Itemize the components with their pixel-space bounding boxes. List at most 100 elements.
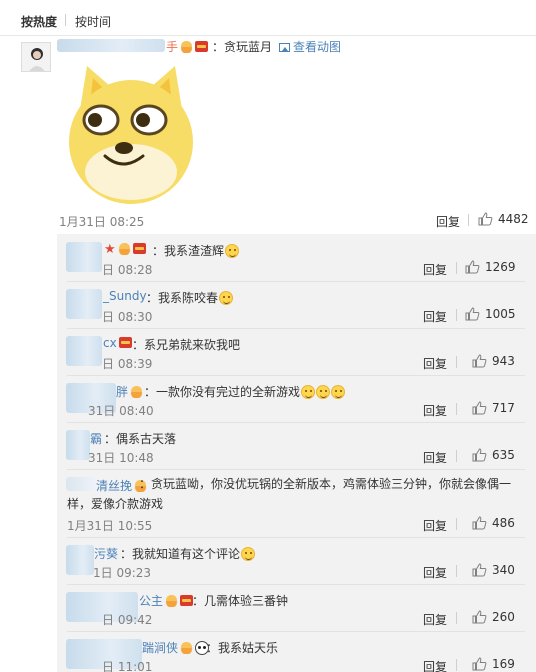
reply-timestamp: 31日 10:48 bbox=[88, 451, 154, 465]
like-button[interactable]: 717 bbox=[472, 401, 520, 415]
like-button[interactable]: 4482 bbox=[478, 212, 530, 226]
reply-timestamp: 1月31日 10:55 bbox=[67, 519, 153, 533]
thumb-up-icon bbox=[465, 260, 480, 274]
reply-button[interactable]: 回复 bbox=[423, 611, 447, 628]
like-count: 486 bbox=[492, 516, 515, 530]
action-divider bbox=[456, 518, 457, 530]
reply-timestamp: 日 08:39 bbox=[102, 357, 153, 371]
reply-button[interactable]: 回复 bbox=[436, 213, 460, 230]
action-divider bbox=[456, 450, 457, 462]
reply-timestamp: 31日 08:40 bbox=[88, 404, 154, 418]
reply-name[interactable]: cx bbox=[103, 336, 132, 350]
thumb-up-icon bbox=[472, 516, 487, 530]
sort-divider bbox=[65, 14, 66, 26]
doge-sticker-image[interactable] bbox=[57, 60, 205, 208]
blurred-username bbox=[66, 430, 90, 460]
like-count: 635 bbox=[492, 448, 515, 462]
like-button[interactable]: 1269 bbox=[465, 260, 520, 274]
thumb-up-icon bbox=[472, 354, 487, 368]
action-divider bbox=[456, 659, 457, 671]
reply-text-line-2: 样，爱像介款游戏 bbox=[67, 497, 164, 511]
thumb-up-icon bbox=[472, 563, 487, 577]
reply-name[interactable]: _Sundy bbox=[103, 289, 147, 303]
like-button[interactable]: 635 bbox=[472, 448, 520, 462]
like-button[interactable]: 943 bbox=[472, 354, 520, 368]
reply-button[interactable]: 回复 bbox=[423, 261, 447, 278]
reply-name[interactable]: 胖 bbox=[116, 383, 144, 400]
reply-name[interactable]: 踹涧侠 bbox=[142, 639, 210, 656]
reply-button[interactable]: 回复 bbox=[423, 564, 447, 581]
hands-badge-icon bbox=[117, 243, 131, 255]
blurred-username bbox=[66, 477, 96, 491]
reply-timestamp: 1日 09:23 bbox=[93, 566, 152, 580]
comment-text: ：贪玩蓝月 bbox=[212, 40, 273, 54]
like-count: 943 bbox=[492, 354, 515, 368]
reply-text: ：系兄弟就来砍我吧 bbox=[132, 338, 241, 352]
avatar[interactable] bbox=[21, 42, 51, 72]
reply-name[interactable]: 污葵 bbox=[94, 545, 118, 562]
like-count: 4482 bbox=[498, 212, 529, 226]
like-count: 1005 bbox=[485, 307, 516, 321]
reply-divider bbox=[67, 375, 525, 376]
reply-button[interactable]: 回复 bbox=[423, 449, 447, 466]
like-count: 1269 bbox=[485, 260, 516, 274]
reply-timestamp: 日 08:28 bbox=[102, 263, 153, 277]
sort-by-hot-tab[interactable]: 按热度 bbox=[21, 13, 57, 30]
reply-text: ：我就知道有这个评论 bbox=[120, 545, 256, 562]
blurred-username bbox=[57, 39, 165, 52]
picture-icon bbox=[279, 43, 290, 52]
reply-name[interactable]: 霸 bbox=[90, 430, 102, 447]
reply-button[interactable]: 回复 bbox=[423, 402, 447, 419]
like-button[interactable]: 260 bbox=[472, 610, 520, 624]
emoji-face-icon bbox=[331, 385, 346, 399]
reply-text-line-1: ：贪玩蓝呦，你没优玩锅的全新版本，鸡需体验三分钟，你就会像偶一 bbox=[139, 477, 512, 491]
reply-button[interactable]: 回复 bbox=[423, 308, 447, 325]
like-count: 260 bbox=[492, 610, 515, 624]
reply-text: ：几需体验三番钟 bbox=[192, 594, 289, 608]
red-envelope-icon bbox=[195, 41, 209, 52]
emoji-face-icon bbox=[301, 385, 316, 399]
reply-button[interactable]: 回复 bbox=[423, 658, 447, 672]
action-divider bbox=[456, 262, 457, 274]
thumb-up-icon bbox=[465, 307, 480, 321]
thumb-up-icon bbox=[472, 610, 487, 624]
reply-divider bbox=[67, 328, 525, 329]
hands-badge-icon bbox=[180, 41, 194, 53]
blurred-username bbox=[66, 242, 102, 272]
like-count: 169 bbox=[492, 657, 515, 671]
reply-timestamp: 日 09:42 bbox=[102, 613, 153, 627]
commenter-name[interactable]: 手 bbox=[166, 38, 209, 55]
reply-text: ：我系姑天乐 bbox=[206, 641, 279, 655]
reply-text: ：偶系古天落 bbox=[104, 432, 177, 446]
reply-divider bbox=[67, 281, 525, 282]
sort-by-time-tab[interactable]: 按时间 bbox=[75, 13, 111, 30]
like-count: 340 bbox=[492, 563, 515, 577]
reply-text: ：我系渣渣辉 bbox=[152, 242, 240, 259]
reply-divider bbox=[67, 469, 525, 470]
action-divider bbox=[456, 565, 457, 577]
reply-button[interactable]: 回复 bbox=[423, 517, 447, 534]
reply-button[interactable]: 回复 bbox=[423, 355, 447, 372]
thumb-up-icon bbox=[478, 212, 493, 226]
reply-name[interactable]: ★ bbox=[104, 242, 146, 257]
action-divider bbox=[468, 214, 469, 226]
emoji-face-icon bbox=[241, 547, 256, 561]
reply-divider bbox=[67, 584, 525, 585]
view-animated-picture-link[interactable]: 查看动图 bbox=[279, 38, 341, 55]
emoji-face-icon bbox=[316, 385, 331, 399]
blurred-username bbox=[66, 545, 94, 575]
star-badge-icon: ★ bbox=[104, 242, 116, 257]
hands-badge-icon bbox=[180, 642, 194, 654]
comment-timestamp: 1月31日 08:25 bbox=[59, 215, 145, 229]
like-button[interactable]: 340 bbox=[472, 563, 520, 577]
like-button[interactable]: 1005 bbox=[465, 307, 520, 321]
like-button[interactable]: 169 bbox=[472, 657, 520, 671]
sort-bar: 按热度 按时间 bbox=[0, 0, 536, 36]
reply-divider bbox=[67, 422, 525, 423]
blurred-username bbox=[66, 289, 102, 319]
reply-divider bbox=[67, 631, 525, 632]
action-divider bbox=[456, 309, 457, 321]
like-button[interactable]: 486 bbox=[472, 516, 520, 530]
reply-name[interactable]: 公主 bbox=[139, 592, 194, 609]
red-envelope-icon bbox=[132, 243, 146, 254]
